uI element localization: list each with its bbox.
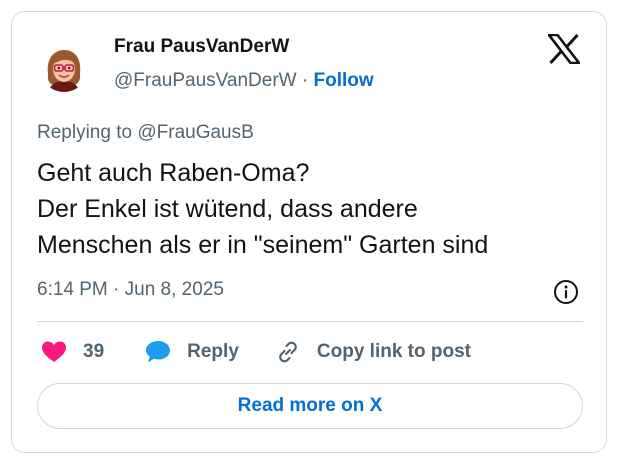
link-icon — [275, 339, 301, 365]
reply-button[interactable]: Reply — [144, 339, 239, 365]
replying-to-label: Replying to — [37, 122, 133, 143]
divider — [37, 321, 583, 322]
follow-button[interactable]: Follow — [314, 70, 374, 91]
separator-dot: · — [301, 70, 309, 91]
read-more-button[interactable]: Read more on X — [37, 383, 583, 429]
reply-label: Reply — [187, 341, 239, 362]
like-count: 39 — [83, 341, 105, 362]
replying-to-line: Replying to @FrauGausB — [37, 122, 254, 144]
like-button[interactable]: 39 — [41, 340, 104, 364]
x-logo-icon[interactable] — [547, 33, 581, 65]
reply-mention-link[interactable]: @FrauGausB — [137, 122, 253, 143]
post-text-line: Menschen als er in "seinem" Garten sind — [37, 231, 489, 259]
author-handle[interactable]: @FrauPausVanDerW — [114, 70, 297, 91]
action-bar: 39 Reply Copy link to post — [37, 336, 471, 368]
copy-link-label: Copy link to post — [316, 341, 471, 362]
avatar[interactable] — [40, 44, 88, 92]
copy-link-button[interactable]: Copy link to post — [275, 339, 471, 365]
heart-icon — [41, 340, 67, 364]
reply-bubble-icon — [144, 339, 172, 365]
author-handle-row: @FrauPausVanDerW · Follow — [114, 70, 374, 92]
author-display-name[interactable]: Frau PausVanDerW — [114, 36, 289, 58]
post-text-line: Der Enkel ist wütend, dass andere — [37, 195, 418, 223]
post-text-line: Geht auch Raben-Oma? — [37, 159, 310, 187]
post-text: Geht auch Raben-Oma? Der Enkel ist wüten… — [37, 155, 488, 263]
info-icon[interactable] — [553, 279, 579, 305]
post-timestamp[interactable]: 6:14 PM · Jun 8, 2025 — [37, 279, 224, 301]
